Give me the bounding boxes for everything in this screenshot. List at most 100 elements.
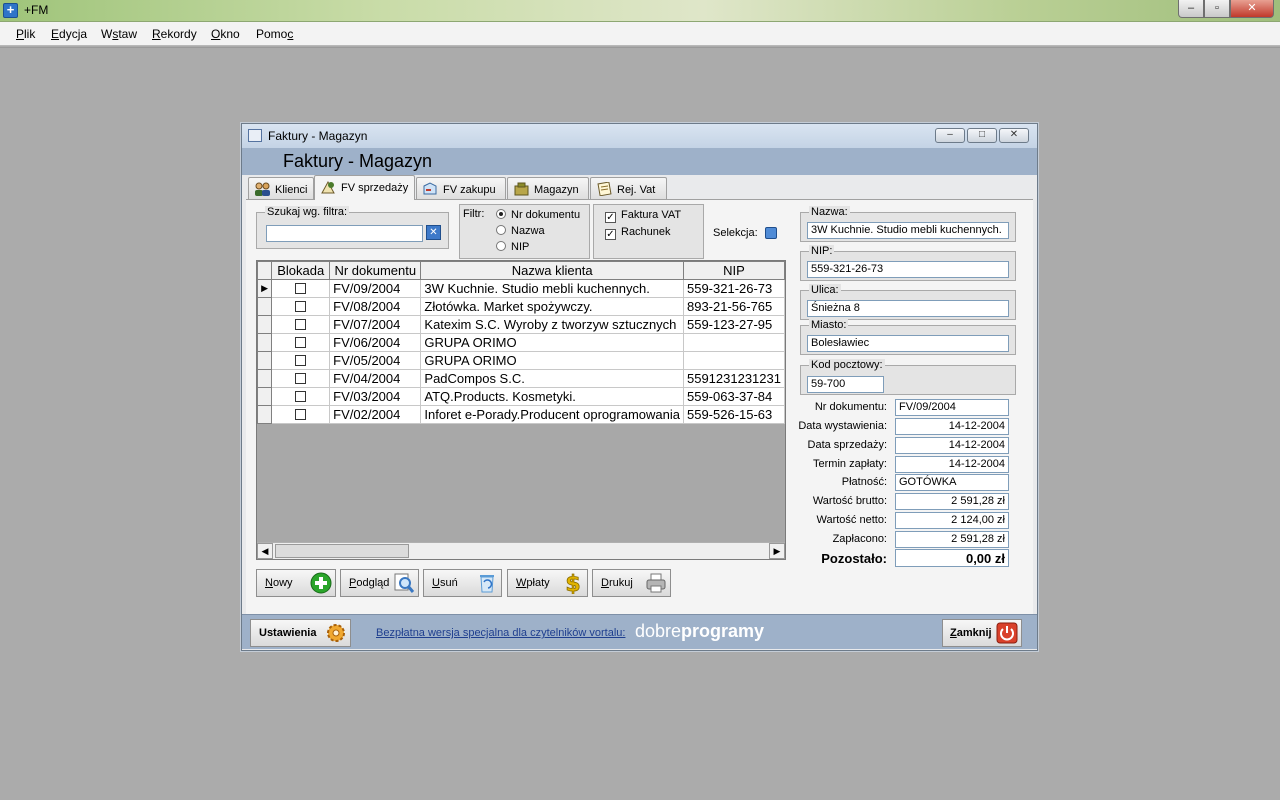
menubar: Plik Edycja Wstaw Rekordy Okno Pomoc <box>0 22 1280 46</box>
settings-gear-icon <box>325 622 347 644</box>
wartosc-netto-field[interactable]: 2 124,00 zł <box>895 512 1009 529</box>
checkbox-faktura-vat[interactable]: ✓ Faktura VAT <box>605 209 681 223</box>
blokada-cell[interactable] <box>271 405 331 424</box>
payments-button[interactable]: Wpłaty $ <box>507 569 588 597</box>
ulica-field[interactable]: Śnieżna 8 <box>807 300 1009 317</box>
name-cell: Inforet e-Porady.Producent oprogramowani… <box>420 405 684 424</box>
menu-plik[interactable]: Plik <box>16 27 35 41</box>
kod-field[interactable]: 59-700 <box>807 376 884 393</box>
menu-pomoc[interactable]: Pomoc <box>256 27 293 41</box>
blokada-cell[interactable] <box>271 297 331 316</box>
invoices-window-titlebar: Faktury - Magazyn ‒ □ ✕ <box>242 124 1037 148</box>
table-row[interactable]: FV/08/2004 Złotówka. Market spożywczy. 8… <box>256 297 786 316</box>
blokada-cell[interactable] <box>271 387 331 406</box>
table-row[interactable]: FV/06/2004 GRUPA ORIMO <box>256 333 786 352</box>
blokada-checkbox[interactable] <box>295 373 307 384</box>
selection-button[interactable] <box>765 227 777 239</box>
wartosc-brutto-label: Wartość brutto: <box>812 495 887 507</box>
scroll-right-button[interactable]: ▶ <box>769 543 785 559</box>
nr-cell: FV/04/2004 <box>329 369 422 388</box>
nip-cell: 559-526-15-63 <box>682 405 786 424</box>
platnosc-label: Płatność: <box>841 476 887 488</box>
payments-icon: $ <box>562 572 584 598</box>
invoice-purchase-icon <box>422 182 439 196</box>
nr-dokumentu-field[interactable]: FV/09/2004 <box>895 399 1009 416</box>
blokada-checkbox[interactable] <box>295 409 307 420</box>
blokada-checkbox[interactable] <box>295 355 307 366</box>
app-close-button[interactable]: ✕ <box>1230 0 1274 18</box>
blokada-cell[interactable] <box>271 369 331 388</box>
promo-link[interactable]: Bezpłatna wersja specjalna dla czytelnik… <box>376 627 625 639</box>
app-minimize-button[interactable]: ‒ <box>1178 0 1204 18</box>
wartosc-brutto-field[interactable]: 2 591,28 zł <box>895 493 1009 510</box>
print-button[interactable]: Drukuj <box>592 569 671 597</box>
table-row[interactable]: FV/07/2004 Katexim S.C. Wyroby z tworzyw… <box>256 315 786 334</box>
child-maximize-button[interactable]: □ <box>967 128 997 143</box>
menu-edycja[interactable]: Edycja <box>51 27 87 41</box>
platnosc-field[interactable]: GOTÓWKA <box>895 474 1009 491</box>
zaplacono-field[interactable]: 2 591,28 zł <box>895 531 1009 548</box>
blokada-checkbox[interactable] <box>295 337 307 348</box>
child-close-button[interactable]: ✕ <box>999 128 1029 143</box>
nazwa-field[interactable]: 3W Kuchnie. Studio mebli kuchennych. <box>807 222 1009 239</box>
invoices-window-title: Faktury - Magazyn <box>268 129 368 143</box>
tab-rej-vat[interactable]: Rej. Vat <box>590 177 667 199</box>
nip-field[interactable]: 559-321-26-73 <box>807 261 1009 278</box>
app-maximize-button[interactable]: ▫ <box>1204 0 1230 18</box>
tab-fv-sprzedazy[interactable]: FV sprzedaży <box>314 175 415 200</box>
blokada-checkbox[interactable] <box>295 283 307 294</box>
nip-cell: 559-321-26-73 <box>682 279 786 298</box>
name-cell: Złotówka. Market spożywczy. <box>420 297 684 316</box>
settings-button[interactable]: Ustawienia <box>250 619 351 647</box>
warehouse-icon <box>513 182 530 196</box>
menu-wstaw[interactable]: Wstaw <box>101 27 137 41</box>
data-sprzedazy-field[interactable]: 14-12-2004 <box>895 437 1009 454</box>
scroll-thumb[interactable] <box>275 544 409 558</box>
grid-horizontal-scrollbar[interactable]: ◀ ▶ <box>257 542 785 559</box>
data-wystawienia-field[interactable]: 14-12-2004 <box>895 418 1009 435</box>
child-minimize-button[interactable]: ‒ <box>935 128 965 143</box>
app-title: +FM <box>24 3 49 17</box>
termin-zaplaty-field[interactable]: 14-12-2004 <box>895 456 1009 473</box>
tab-magazyn[interactable]: Magazyn <box>507 177 589 199</box>
blokada-checkbox[interactable] <box>295 301 307 312</box>
col-header-nazwa-klienta[interactable]: Nazwa klienta <box>420 261 684 280</box>
col-header-nr-dokumentu[interactable]: Nr dokumentu <box>329 261 422 280</box>
scroll-left-button[interactable]: ◀ <box>257 543 273 559</box>
menu-okno[interactable]: Okno <box>211 27 240 41</box>
menu-rekordy[interactable]: Rekordy <box>152 27 197 41</box>
delete-button[interactable]: Usuń <box>423 569 502 597</box>
radio-nr-dokumentu[interactable]: Nr dokumentu <box>496 209 580 221</box>
row-indicator <box>256 297 273 316</box>
table-row[interactable]: FV/04/2004 PadCompos S.C. 5591231231231 <box>256 369 786 388</box>
nr-cell: FV/06/2004 <box>329 333 422 352</box>
clear-search-button[interactable]: ✕ <box>426 225 441 240</box>
blokada-cell[interactable] <box>271 315 331 334</box>
preview-button[interactable]: Podgląd <box>340 569 419 597</box>
col-header-nip[interactable]: NIP <box>682 261 786 280</box>
ulica-label: Ulica: <box>809 284 841 296</box>
checkbox-rachunek[interactable]: ✓ Rachunek <box>605 226 671 240</box>
col-header-blokada[interactable]: Blokada <box>271 261 331 280</box>
tab-klienci[interactable]: Klienci <box>248 177 314 199</box>
table-row[interactable]: FV/03/2004 ATQ.Products. Kosmetyki. 559-… <box>256 387 786 406</box>
blokada-checkbox[interactable] <box>295 319 307 330</box>
search-input[interactable] <box>266 225 423 242</box>
blokada-cell[interactable] <box>271 333 331 352</box>
blokada-cell[interactable] <box>271 279 331 298</box>
row-indicator <box>256 369 273 388</box>
radio-nip[interactable]: NIP <box>496 241 529 253</box>
delete-icon <box>476 572 498 594</box>
radio-nazwa[interactable]: Nazwa <box>496 225 545 237</box>
table-row[interactable]: ▶ FV/09/2004 3W Kuchnie. Studio mebli ku… <box>256 279 786 298</box>
pozostalo-field[interactable]: 0,00 zł <box>895 549 1009 567</box>
tab-fv-zakupu[interactable]: FV zakupu <box>416 177 506 199</box>
nip-cell: 559-123-27-95 <box>682 315 786 334</box>
table-row[interactable]: FV/02/2004 Inforet e-Porady.Producent op… <box>256 405 786 424</box>
miasto-field[interactable]: Bolesławiec <box>807 335 1009 352</box>
new-button[interactable]: Nowy <box>256 569 336 597</box>
blokada-cell[interactable] <box>271 351 331 370</box>
table-row[interactable]: FV/05/2004 GRUPA ORIMO <box>256 351 786 370</box>
close-window-button[interactable]: Zamknij <box>942 619 1022 647</box>
blokada-checkbox[interactable] <box>295 391 307 402</box>
